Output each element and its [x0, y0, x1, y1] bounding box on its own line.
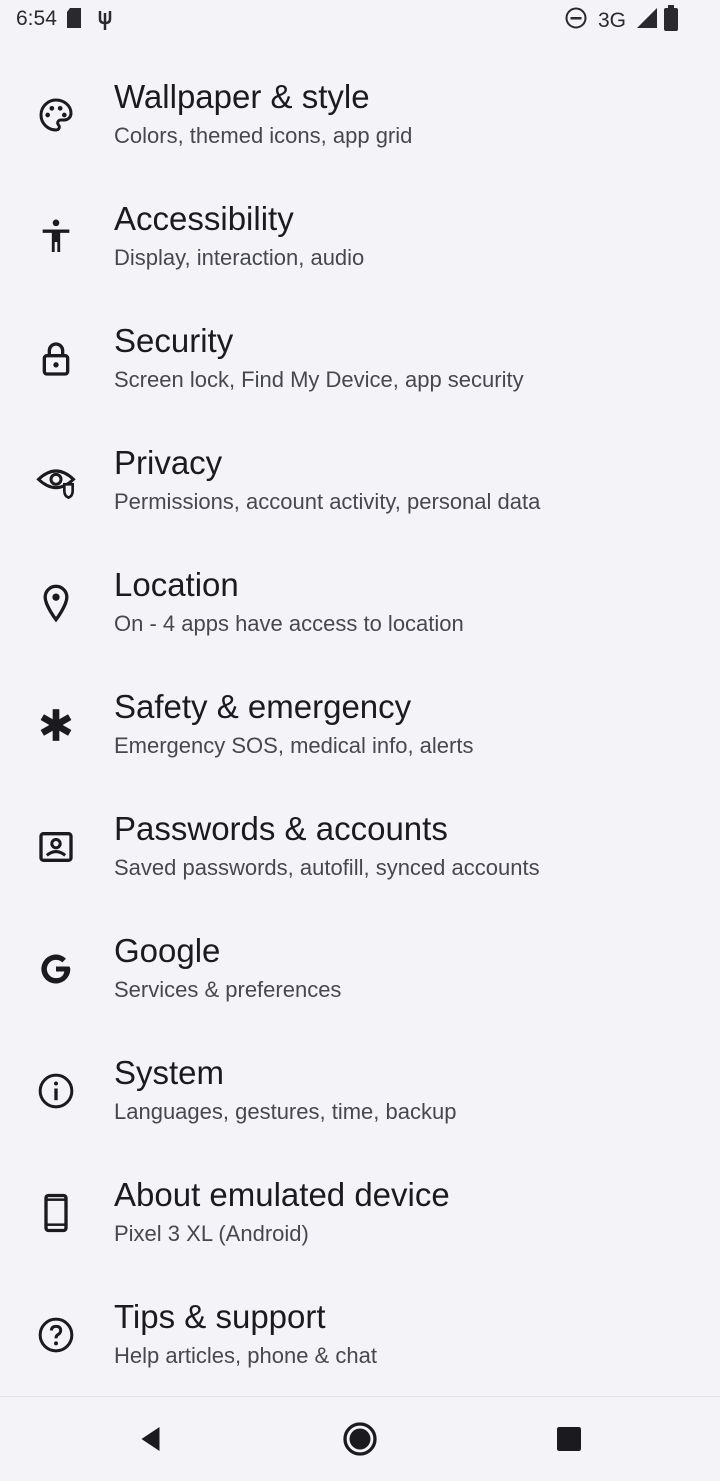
item-subtitle: Saved passwords, autofill, synced accoun… — [114, 855, 540, 880]
item-title: Wallpaper & style — [114, 78, 370, 115]
item-title: Passwords & accounts — [114, 810, 448, 847]
item-title: System — [114, 1054, 225, 1091]
settings-item-passwords[interactable]: Passwords & accounts Saved passwords, au… — [0, 784, 720, 906]
status-bar: 6:54 3G — [0, 0, 720, 40]
back-icon[interactable] — [134, 1421, 170, 1457]
settings-item-tips[interactable]: Tips & support Help articles, phone & ch… — [0, 1272, 720, 1394]
palette-icon — [36, 95, 76, 135]
item-subtitle: Screen lock, Find My Device, app securit… — [114, 367, 524, 392]
item-subtitle: Display, interaction, audio — [114, 245, 365, 270]
recents-icon[interactable] — [551, 1421, 587, 1457]
settings-item-about[interactable]: About emulated device Pixel 3 XL (Androi… — [0, 1150, 720, 1272]
item-title: Location — [114, 566, 239, 603]
help-circle-icon — [36, 1315, 76, 1355]
settings-item-system[interactable]: System Languages, gestures, time, backup — [0, 1028, 720, 1150]
phone-icon — [36, 1193, 76, 1233]
accessibility-icon — [36, 217, 76, 257]
settings-item-location[interactable]: Location On - 4 apps have access to loca… — [0, 540, 720, 662]
network-type: 3G — [597, 8, 626, 32]
privacy-eye-icon — [36, 461, 76, 501]
settings-item-accessibility[interactable]: Accessibility Display, interaction, audi… — [0, 174, 720, 296]
account-box-icon — [36, 827, 76, 867]
settings-item-privacy[interactable]: Privacy Permissions, account activity, p… — [0, 418, 720, 540]
signal-icon — [636, 7, 658, 34]
home-icon[interactable] — [342, 1421, 378, 1457]
item-title: Safety & emergency — [114, 688, 412, 725]
item-subtitle: Colors, themed icons, app grid — [114, 123, 413, 148]
settings-item-safety[interactable]: Safety & emergency Emergency SOS, medica… — [0, 662, 720, 784]
emergency-asterisk-icon — [36, 705, 76, 745]
item-title: About emulated device — [114, 1176, 450, 1213]
item-subtitle: Permissions, account activity, personal … — [114, 489, 541, 514]
item-subtitle: On - 4 apps have access to location — [114, 611, 464, 636]
item-subtitle: Languages, gestures, time, backup — [114, 1099, 457, 1124]
status-time: 6:54 — [16, 7, 57, 30]
battery-icon — [664, 5, 678, 36]
usb-icon — [96, 7, 114, 36]
info-circle-icon — [36, 1071, 76, 1111]
item-title: Accessibility — [114, 200, 294, 237]
item-subtitle: Services & preferences — [114, 977, 342, 1002]
item-title: Tips & support — [114, 1298, 326, 1335]
location-pin-icon — [36, 583, 76, 623]
sd-card-icon — [66, 7, 82, 36]
google-g-icon — [36, 949, 76, 989]
settings-item-security[interactable]: Security Screen lock, Find My Device, ap… — [0, 296, 720, 418]
settings-item-wallpaper[interactable]: Wallpaper & style Colors, themed icons, … — [0, 52, 720, 174]
item-title: Privacy — [114, 444, 223, 481]
item-title: Security — [114, 322, 234, 359]
item-subtitle: Emergency SOS, medical info, alerts — [114, 733, 474, 758]
item-title: Google — [114, 932, 221, 969]
item-subtitle: Pixel 3 XL (Android) — [114, 1221, 309, 1246]
settings-item-google[interactable]: Google Services & preferences — [0, 906, 720, 1028]
do-not-disturb-icon — [564, 6, 588, 35]
navigation-bar — [0, 1396, 720, 1481]
item-subtitle: Help articles, phone & chat — [114, 1343, 377, 1368]
lock-icon — [36, 339, 76, 379]
settings-list: Wallpaper & style Colors, themed icons, … — [0, 52, 720, 1394]
